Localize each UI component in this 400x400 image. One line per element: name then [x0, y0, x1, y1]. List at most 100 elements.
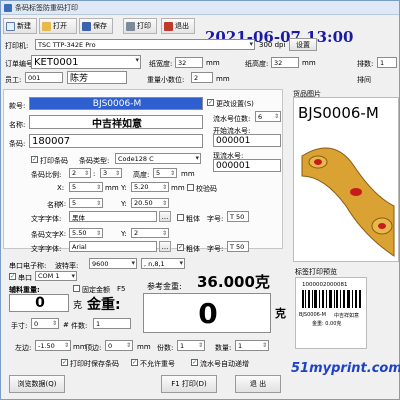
quantity-label: 数量:: [215, 344, 232, 352]
height-input[interactable]: 5: [153, 168, 177, 178]
ratio-b-input[interactable]: 3: [100, 168, 122, 178]
reference-weight-value: 36.000克: [197, 273, 270, 291]
btext-bold-checkbox[interactable]: ✓: [177, 244, 184, 251]
printer-label: 打印机:: [5, 42, 29, 50]
print-toolbar-button[interactable]: 打印: [123, 18, 157, 34]
browse-data-button[interactable]: 浏览数据(Q): [9, 375, 65, 393]
barcode-text-y-input[interactable]: 2: [131, 228, 169, 238]
font-input[interactable]: 黑体: [69, 211, 157, 222]
barcode-x-input[interactable]: 5: [69, 182, 103, 192]
left-margin-label: 左边:: [15, 344, 32, 352]
exit-icon: [164, 21, 173, 31]
paper-height-label: 纸高度:: [245, 60, 269, 68]
bold-checkbox[interactable]: [177, 214, 184, 221]
hash-label: #: [63, 321, 69, 329]
print-barcode-label: 打印条码: [40, 157, 68, 165]
top-margin-unit: mm: [137, 343, 151, 351]
new-button[interactable]: 新建: [3, 18, 37, 34]
btext-font-browse-button[interactable]: ...: [159, 241, 171, 252]
top-margin-input[interactable]: 0: [105, 340, 133, 351]
ruyi-pendant-image: [301, 147, 395, 257]
baud-label: 波特率:: [55, 262, 79, 270]
exit-button[interactable]: 退 出: [235, 375, 281, 393]
printer-select[interactable]: TSC TTP-342E Pro: [35, 39, 255, 50]
product-image-caption: BJS0006-M: [298, 104, 379, 122]
no-duplicate-checkbox[interactable]: ✓: [131, 359, 138, 366]
name-label: 名称:: [9, 121, 26, 129]
serial-format-select[interactable]: , n,8,1: [141, 258, 185, 269]
serial-digits-label: 流水号位数:: [213, 115, 251, 123]
barcode-input[interactable]: 180007: [29, 134, 203, 148]
printer-settings-button[interactable]: 设置: [289, 38, 317, 51]
ring-size-input[interactable]: 0: [31, 318, 59, 329]
weight-decimals-input[interactable]: 2: [191, 72, 213, 83]
staff-label: 员工:: [5, 76, 22, 84]
preview-barcode-number: 1000002000081: [302, 282, 348, 288]
bold-label: 粗体: [186, 215, 200, 223]
folder-icon: [42, 21, 51, 31]
print-button[interactable]: F1 打印(D): [161, 375, 217, 393]
staff-id-input[interactable]: 001: [25, 72, 63, 83]
exit-toolbar-button[interactable]: 退出: [161, 18, 195, 34]
save-on-print-checkbox[interactable]: ✓: [61, 359, 68, 366]
print-label: 打印: [137, 22, 151, 30]
verify-checkbox[interactable]: [187, 184, 194, 191]
no-duplicate-label: 不允许重号: [140, 360, 175, 368]
style-number-input[interactable]: BJS0006-M: [29, 97, 203, 110]
auto-increment-checkbox[interactable]: ✓: [191, 359, 198, 366]
paper-height-unit: mm: [302, 59, 316, 67]
fixed-amount-checkbox[interactable]: [73, 285, 80, 292]
f5-label: F5: [117, 285, 126, 293]
count-input[interactable]: 1: [93, 318, 131, 329]
left-margin-input[interactable]: -1.50: [35, 340, 71, 351]
serial-digits-input[interactable]: 6: [255, 111, 281, 122]
new-icon: [6, 21, 15, 31]
save-button[interactable]: 保存: [79, 18, 113, 34]
columns-input[interactable]: 1: [377, 57, 397, 68]
weight-decimals-label: 重量小数位:: [147, 76, 185, 84]
print-barcode-checkbox[interactable]: ✓: [31, 156, 38, 163]
btext-font-input[interactable]: Arial: [69, 241, 157, 252]
set-variable-checkbox[interactable]: ✓: [207, 99, 214, 106]
barcode-type-select[interactable]: Code128 C: [115, 153, 201, 164]
main-window: 条码标签防重码打印 新建 打开 保存 打印 退出 2021-06-07 13:0…: [0, 0, 400, 400]
printer-icon: [126, 21, 135, 31]
font-size-label: 字号:: [207, 215, 224, 223]
start-serial-input[interactable]: 000001: [213, 134, 281, 147]
baud-select[interactable]: 9600: [89, 258, 137, 269]
barcode-text-x-input[interactable]: 5.50: [69, 228, 103, 238]
open-button[interactable]: 打开: [39, 18, 77, 34]
btext-size-input[interactable]: T 50: [227, 241, 249, 252]
btext-x-label: X:: [59, 230, 67, 238]
name-y-input[interactable]: 20.50: [131, 198, 169, 208]
font-size-input[interactable]: T 50: [227, 211, 249, 222]
paper-height-input[interactable]: 32: [271, 57, 299, 68]
btext-font-label: 文字字体:: [31, 245, 62, 253]
aux-weight-input[interactable]: 0: [9, 294, 69, 312]
copies-label: 份数:: [157, 344, 174, 352]
staff-name-input[interactable]: 陈芳: [67, 71, 127, 84]
font-browse-button[interactable]: ...: [159, 211, 171, 222]
order-number-select[interactable]: KET0001: [31, 55, 141, 69]
quantity-input[interactable]: 1: [235, 340, 269, 351]
ratio-a-input[interactable]: 2: [69, 168, 91, 178]
name-input[interactable]: 中吉祥如意: [29, 115, 203, 129]
copies-input[interactable]: 1: [177, 340, 205, 351]
btext-size-label: 字号:: [207, 245, 224, 253]
exit-label: 退出: [175, 22, 189, 30]
com-port-select[interactable]: COM 1: [35, 271, 77, 281]
com-checkbox[interactable]: ✓: [9, 273, 16, 280]
current-serial-input[interactable]: 000001: [213, 159, 281, 172]
name-x-input[interactable]: 5: [69, 198, 103, 208]
paper-width-input[interactable]: 32: [175, 57, 203, 68]
count-label: 件数:: [71, 322, 88, 330]
product-image-panel: BJS0006-M: [293, 97, 399, 262]
barcode-x-label: X:: [57, 184, 65, 192]
toolbar: 新建 打开 保存 打印 退出 2021-06-07 13:00: [1, 16, 399, 46]
open-label: 打开: [53, 22, 67, 30]
watermark: 51myprint.com: [291, 361, 400, 376]
label-preview-title: 标签打印预览: [295, 268, 337, 276]
gold-weight-display: 0: [143, 293, 271, 333]
barcode-y-input[interactable]: 5.20: [131, 182, 169, 192]
window-title: 条码标签防重码打印: [15, 4, 78, 12]
